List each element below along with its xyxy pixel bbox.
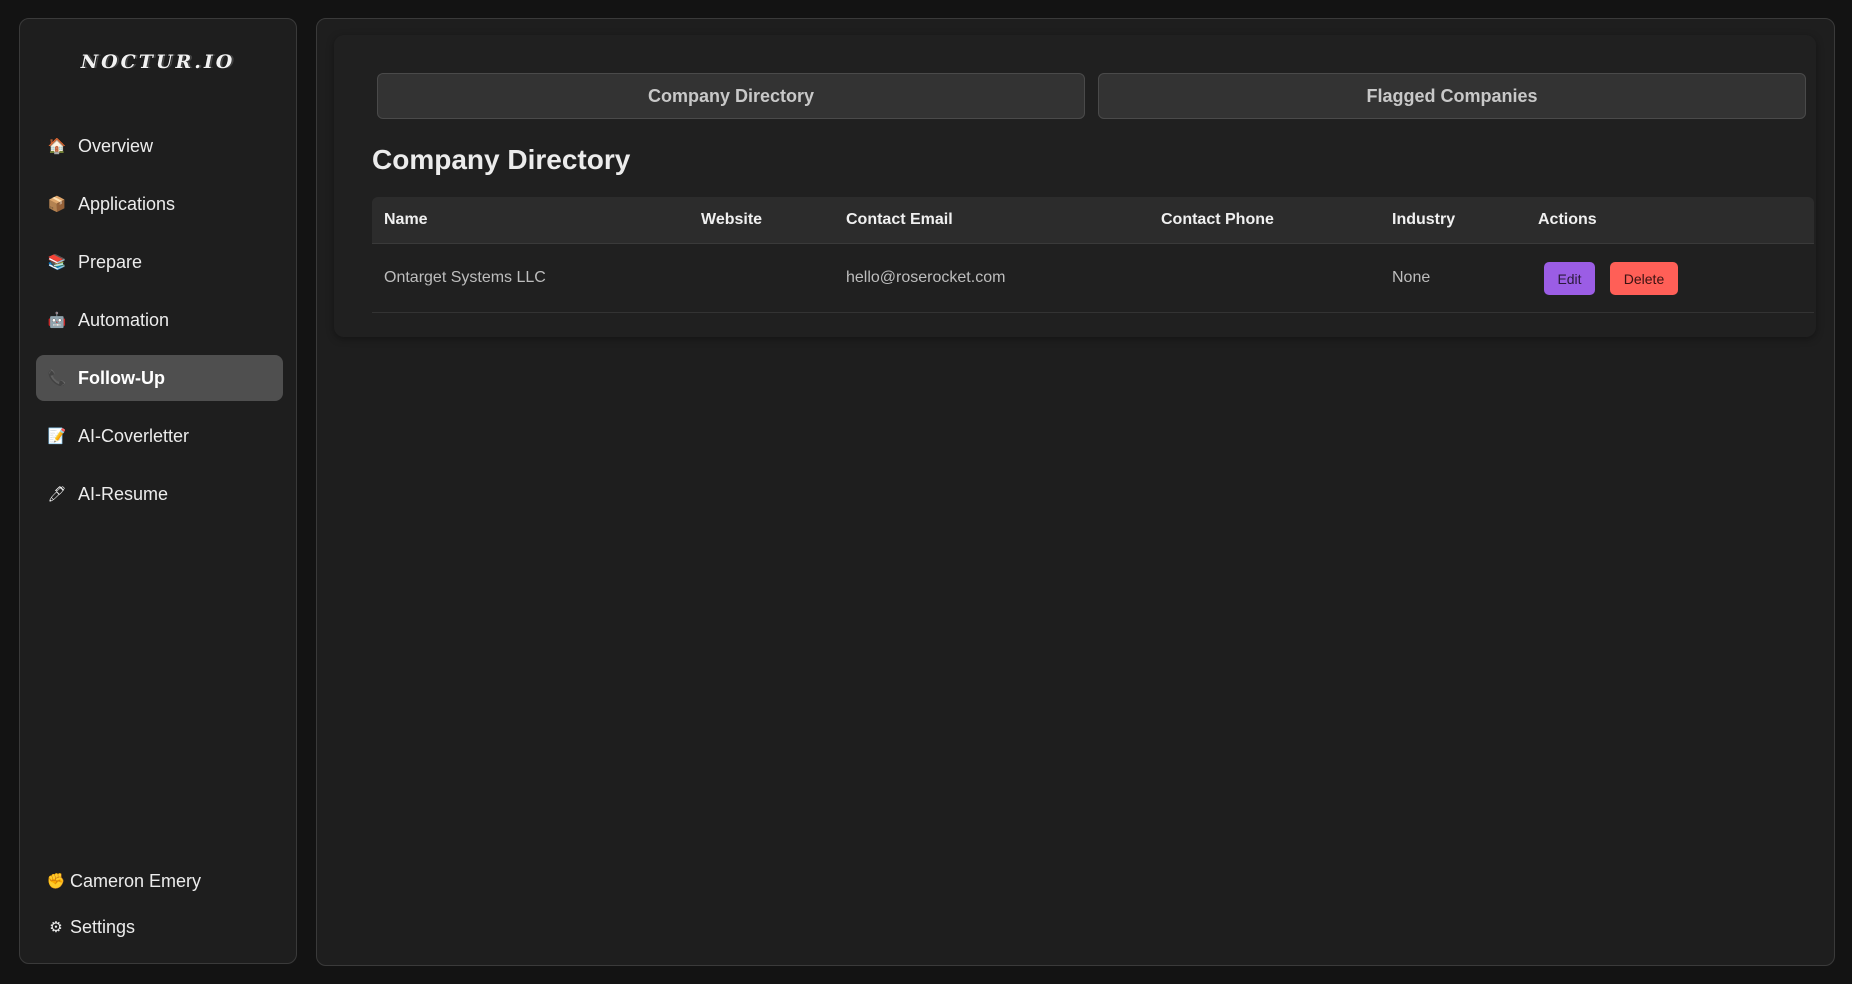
cell-name: Ontarget Systems LLC [384,269,546,286]
user-profile-link[interactable]: ✊ Cameron Emery [46,867,201,895]
edit-button[interactable]: Edit [1544,262,1595,295]
house-icon: 🏠 [47,138,67,155]
sidebar-item-prepare[interactable]: 📚 Prepare [36,239,283,285]
directory-card: Company Directory Flagged Companies Comp… [334,35,1816,337]
memo-icon: 📝 [47,428,67,445]
sidebar-item-follow-up[interactable]: 📞 Follow-Up [36,355,283,401]
app-logo[interactable]: NOCTUR.IO [20,51,296,73]
company-table: Name Website Contact Email Contact Phone… [372,197,1814,313]
delete-button[interactable]: Delete [1610,262,1678,295]
column-header-actions: Actions [1538,211,1597,228]
sidebar-item-label: Applications [78,193,176,214]
table-header: Name Website Contact Email Contact Phone… [372,197,1814,244]
settings-link[interactable]: ⚙ Settings [46,913,201,941]
phone-icon: 📞 [47,370,67,387]
sidebar: NOCTUR.IO 🏠 Overview 📦 Applications 📚 Pr… [19,18,297,964]
sidebar-item-label: Automation [78,309,170,330]
settings-label: Settings [70,916,136,937]
column-header-contact-phone[interactable]: Contact Phone [1161,197,1274,243]
cell-industry: None [1392,269,1431,286]
table-row: Ontarget Systems LLC hello@roserocket.co… [372,244,1814,313]
sidebar-item-label: Overview [78,135,154,156]
column-header-website[interactable]: Website [701,197,762,243]
tab-company-directory[interactable]: Company Directory [377,73,1085,119]
page-title: Company Directory [372,144,631,175]
robot-icon: 🤖 [47,312,67,329]
sidebar-item-label: Prepare [78,251,143,272]
sidebar-item-automation[interactable]: 🤖 Automation [36,297,283,343]
sidebar-item-ai-coverletter[interactable]: 📝 AI-Coverletter [36,413,283,459]
sidebar-item-label: AI-Resume [78,483,169,504]
sidebar-nav: 🏠 Overview 📦 Applications 📚 Prepare 🤖 Au… [36,123,283,529]
fist-icon: ✊ [46,873,66,890]
sidebar-footer: ✊ Cameron Emery ⚙ Settings [46,867,201,959]
main-panel: Company Directory Flagged Companies Comp… [316,18,1835,966]
sidebar-item-overview[interactable]: 🏠 Overview [36,123,283,169]
pen-icon: 🖊 [47,486,67,503]
column-header-name[interactable]: Name [384,197,428,243]
tab-flagged-companies[interactable]: Flagged Companies [1098,73,1806,119]
sidebar-item-ai-resume[interactable]: 🖊 AI-Resume [36,471,283,517]
cell-contact-email: hello@roserocket.com [846,269,1006,286]
column-header-industry[interactable]: Industry [1392,197,1455,243]
sidebar-item-label: AI-Coverletter [78,425,190,446]
package-icon: 📦 [47,196,67,213]
user-name: Cameron Emery [70,870,202,891]
sidebar-item-applications[interactable]: 📦 Applications [36,181,283,227]
books-icon: 📚 [47,254,67,271]
gear-icon: ⚙ [49,919,63,936]
column-header-contact-email[interactable]: Contact Email [846,197,953,243]
sidebar-item-label: Follow-Up [78,367,165,388]
